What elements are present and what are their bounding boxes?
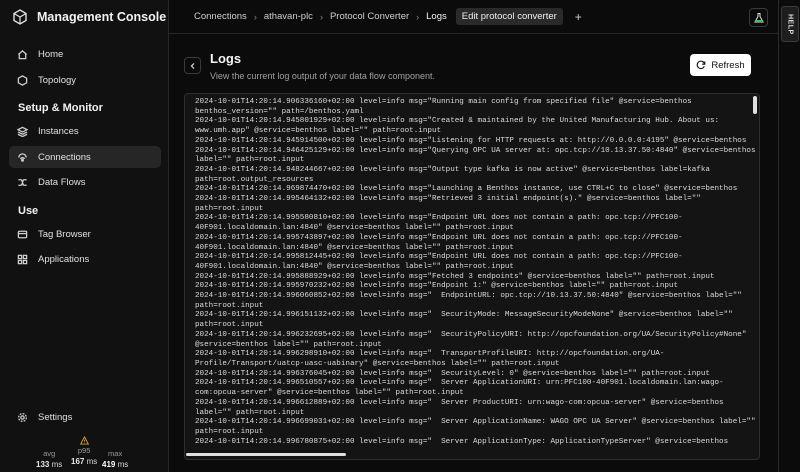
instances-icon: [17, 126, 28, 137]
brand-title: Management Console: [37, 10, 167, 24]
breadcrumb-connections[interactable]: Connections: [194, 11, 247, 22]
nav-item-applications[interactable]: Applications: [9, 248, 161, 270]
nav-label: Data Flows: [38, 176, 86, 188]
topology-icon: [17, 74, 28, 86]
nav-item-instances[interactable]: Instances: [9, 120, 161, 142]
nav-item-data-flows[interactable]: Data Flows: [9, 171, 161, 193]
brand: Management Console: [13, 8, 166, 26]
top-bar: Connections › athavan-plc › Protocol Con…: [169, 0, 778, 34]
tag-browser-icon: [17, 230, 28, 238]
breadcrumb-logs: Logs: [426, 11, 447, 22]
applications-icon: [17, 254, 28, 264]
nav-item-home[interactable]: Home: [9, 43, 161, 65]
connections-icon: [18, 152, 27, 162]
section-header-use: Use: [18, 205, 39, 217]
nav-item-connections[interactable]: Connections: [9, 146, 161, 168]
vertical-scrollbar[interactable]: [753, 96, 757, 114]
chevron-right-icon: ›: [416, 11, 420, 22]
help-panel: HELP: [778, 0, 800, 472]
home-icon: [17, 49, 28, 59]
nav-item-topology[interactable]: Topology: [9, 69, 161, 91]
flask-icon: [753, 12, 764, 22]
nav-label: Topology: [38, 74, 77, 86]
metric-avg: avg 133 ms: [36, 449, 63, 469]
nav-label: Settings: [38, 411, 73, 423]
add-tab-button[interactable]: +: [575, 10, 582, 24]
chevron-right-icon: ›: [319, 11, 323, 22]
nav-item-tag-browser[interactable]: Tag Browser: [9, 223, 161, 245]
nav-label: Home: [38, 48, 64, 60]
tab-edit-protocol-converter[interactable]: Edit protocol converter: [455, 8, 563, 25]
metric-p95: p95 167 ms: [71, 436, 97, 467]
help-button[interactable]: HELP: [781, 6, 799, 42]
breadcrumb-instance[interactable]: athavan-plc: [264, 11, 313, 22]
data-flows-icon: [18, 178, 27, 186]
horizontal-scrollbar[interactable]: [186, 453, 346, 456]
refresh-icon: [697, 60, 706, 70]
page-subtitle: View the current log output of your data…: [210, 71, 435, 81]
breadcrumb-protocol-converter[interactable]: Protocol Converter: [330, 11, 409, 22]
chevron-left-icon: [190, 62, 194, 69]
log-text: 2024-10-01T14:20:14.906336160+02:00 leve…: [195, 98, 756, 446]
chevron-right-icon: ›: [253, 11, 257, 22]
logo-icon: [13, 9, 27, 25]
back-button[interactable]: [184, 57, 201, 74]
warning-icon: [79, 436, 89, 445]
nav-item-settings[interactable]: Settings: [9, 406, 161, 428]
section-header-setup: Setup & Monitor: [18, 102, 103, 114]
refresh-button[interactable]: Refresh: [690, 54, 751, 76]
refresh-label: Refresh: [711, 59, 745, 71]
nav-label: Applications: [38, 253, 90, 265]
nav-label: Instances: [38, 125, 79, 137]
page-title: Logs: [210, 51, 242, 66]
gear-icon: [18, 412, 27, 422]
sidebar: Management Console Home Topology Setup &…: [0, 0, 169, 472]
log-output[interactable]: 2024-10-01T14:20:14.906336160+02:00 leve…: [184, 93, 760, 460]
metric-max: max 419 ms: [102, 449, 129, 469]
flask-button[interactable]: [749, 8, 768, 27]
nav-label: Connections: [38, 151, 91, 163]
nav-label: Tag Browser: [38, 228, 91, 240]
latency-metrics: avg 133 ms p95 167 ms max 419 ms: [0, 436, 169, 470]
